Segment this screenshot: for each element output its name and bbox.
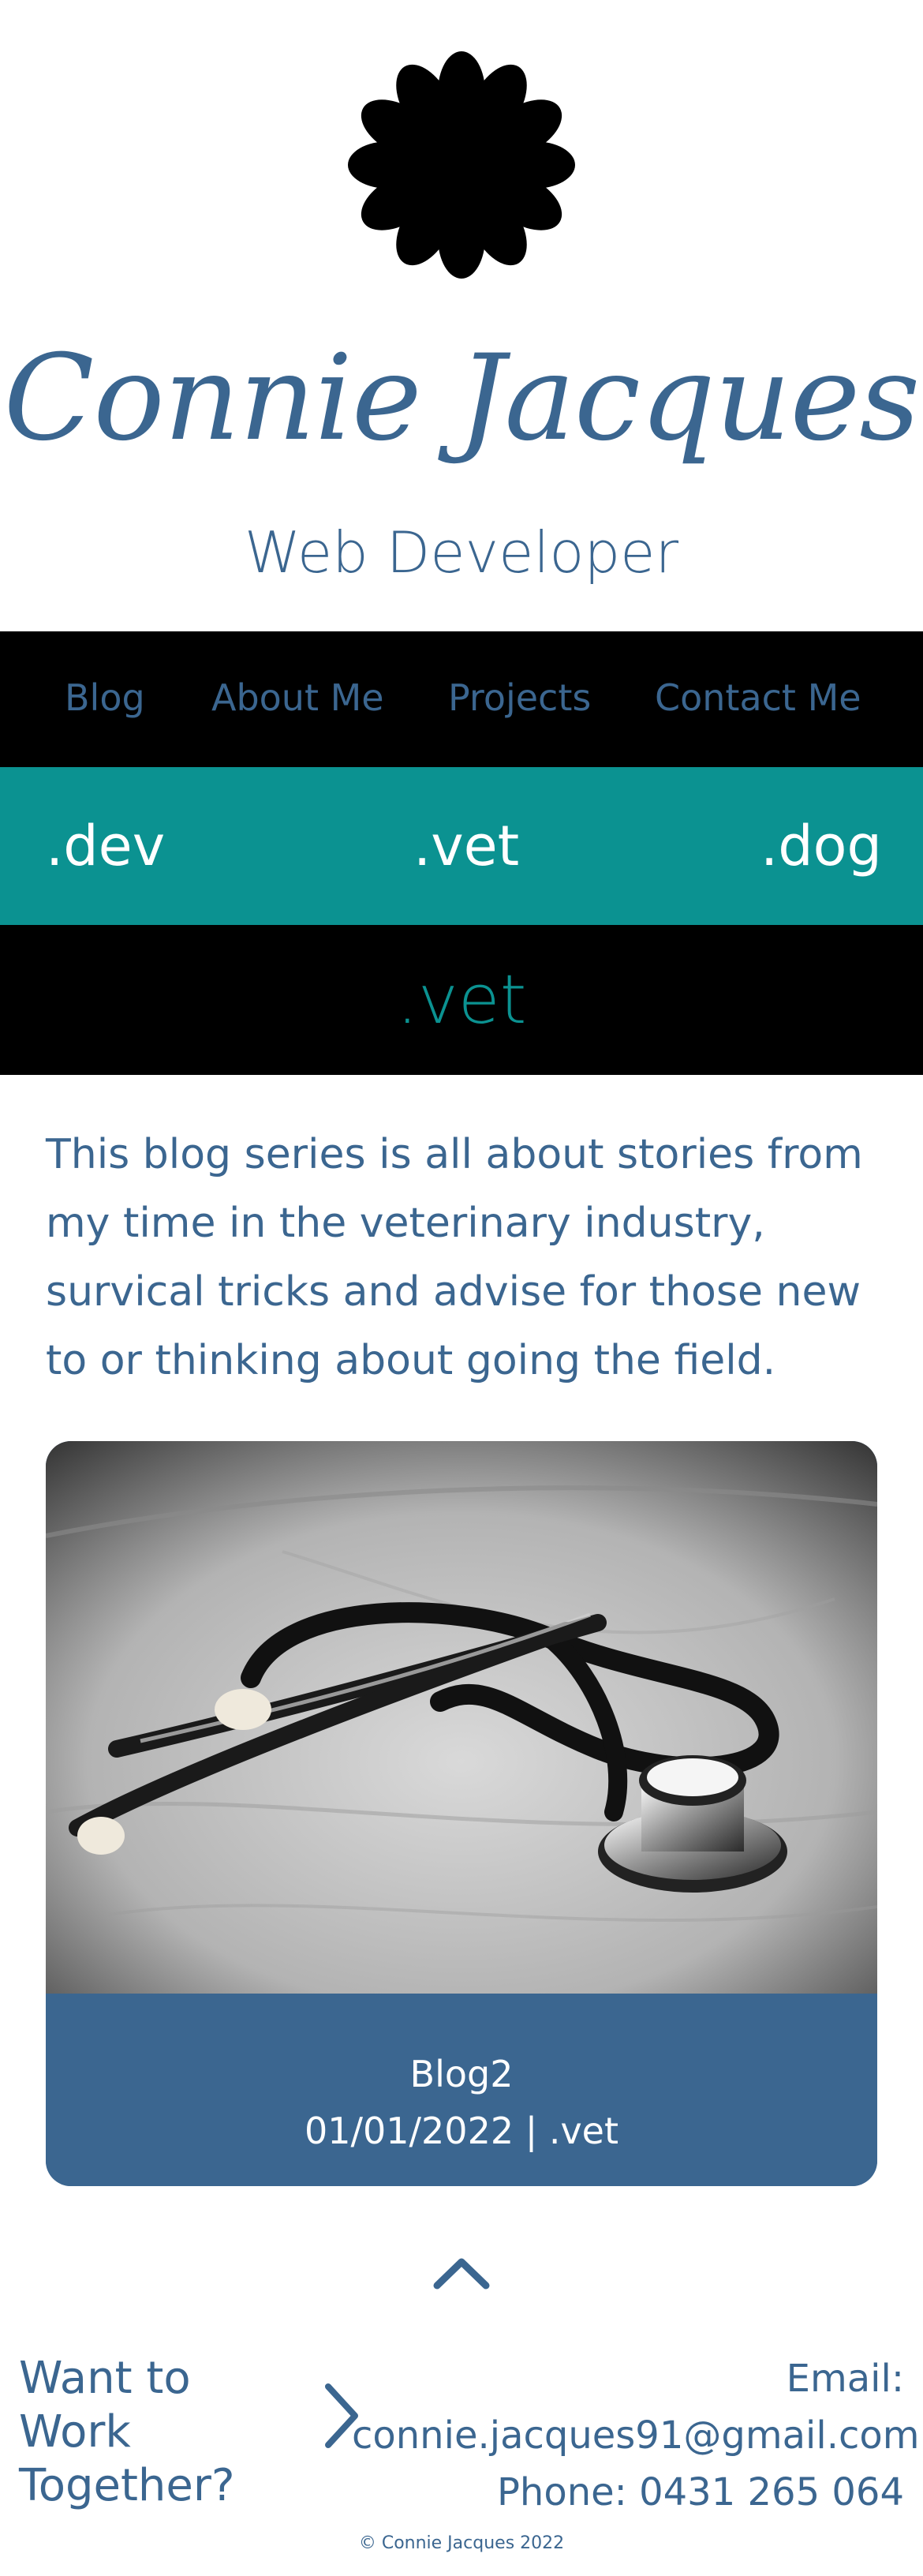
flower-logo-icon[interactable]	[347, 51, 576, 279]
category-dog[interactable]: .dog	[760, 811, 882, 882]
post-title[interactable]: Blog2	[46, 2049, 877, 2099]
nav-item-about-me[interactable]: About Me	[211, 669, 384, 726]
phone-text[interactable]: Phone: 0431 265 064	[352, 2464, 904, 2521]
email-label: Email:	[786, 2357, 904, 2401]
chevron-up-icon[interactable]	[432, 2256, 491, 2290]
email-link[interactable]: connie.jacques91@gmail.com	[352, 2407, 919, 2464]
post-meta: 01/01/2022 | .vet	[304, 2110, 619, 2152]
site-role: Web Developer	[244, 519, 679, 586]
category-bar: .dev .vet .dog	[0, 767, 923, 925]
contact-info: Email: connie.jacques91@gmail.com Phone:…	[352, 2350, 919, 2521]
current-category-banner: .vet	[0, 925, 923, 1075]
nav-item-contact-me[interactable]: Contact Me	[655, 669, 861, 726]
main-nav: Blog About Me Projects Contact Me	[0, 631, 923, 767]
stethoscope-image[interactable]	[46, 1441, 877, 1994]
category-vet[interactable]: .vet	[413, 811, 519, 882]
category-dev[interactable]: .dev	[46, 811, 165, 882]
series-intro: This blog series is all about stories fr…	[46, 1131, 863, 1384]
blog-post-card[interactable]: Blog2 01/01/2022 | .vet	[46, 1441, 877, 2186]
site-header: Connie Jacques Web Developer	[0, 0, 923, 631]
current-category-label: .vet	[396, 960, 527, 1039]
site-name[interactable]: Connie Jacques	[0, 320, 923, 477]
copyright: © Connie Jacques 2022	[358, 2533, 565, 2553]
nav-item-blog[interactable]: Blog	[65, 669, 145, 726]
card-footer: Blog2 01/01/2022 | .vet	[46, 1994, 877, 2186]
nav-item-projects[interactable]: Projects	[448, 669, 591, 726]
work-together-text: Want to Work Together?	[19, 2353, 235, 2511]
